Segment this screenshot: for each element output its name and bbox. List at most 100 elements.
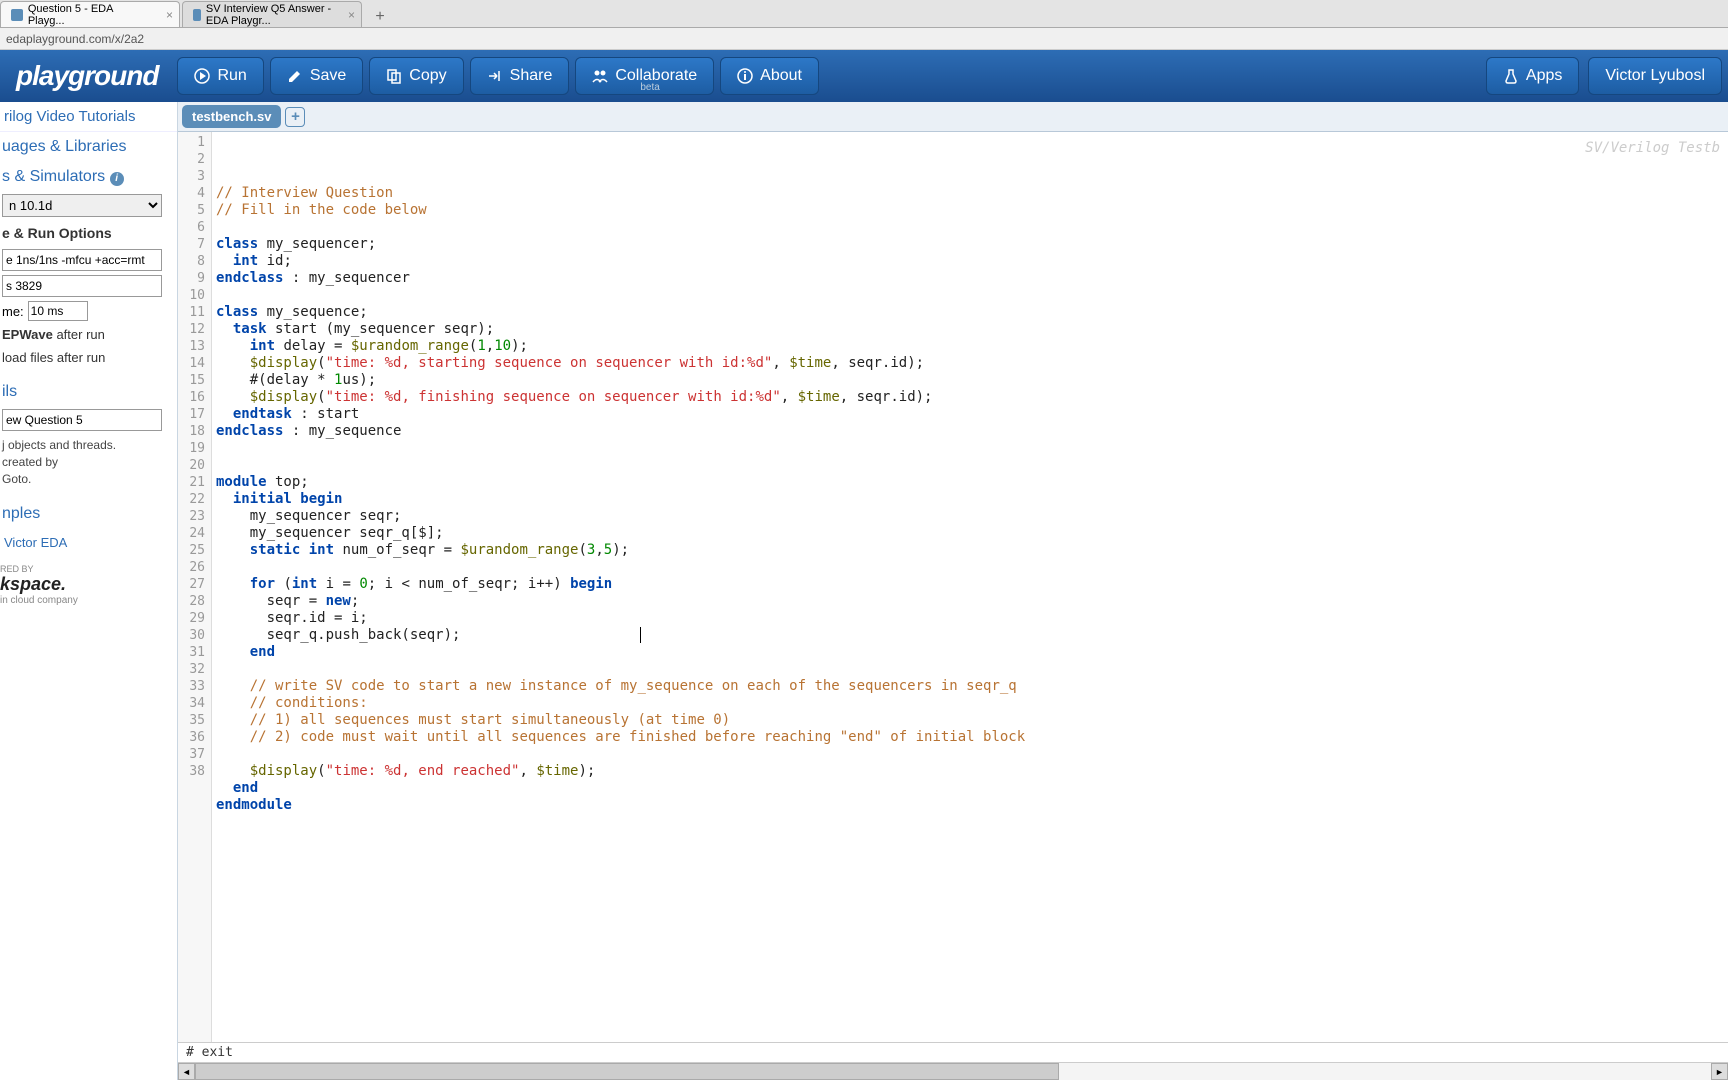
sidebar-tutorials-link[interactable]: rilog Video Tutorials — [0, 102, 177, 132]
browser-tab-1[interactable]: Question 5 - EDA Playg... × — [0, 1, 180, 27]
close-icon[interactable]: × — [166, 8, 173, 22]
info-icon[interactable]: i — [110, 172, 124, 186]
add-file-button[interactable]: + — [285, 107, 305, 127]
code-line[interactable] — [216, 559, 1728, 576]
code-line[interactable]: initial begin — [216, 491, 1728, 508]
copy-button[interactable]: Copy — [369, 57, 463, 95]
code-editor[interactable]: 1234567891011121314151617181920212223242… — [178, 132, 1728, 1042]
favicon-icon — [193, 9, 201, 21]
code-line[interactable] — [216, 661, 1728, 678]
code-line[interactable]: // conditions: — [216, 695, 1728, 712]
code-line[interactable] — [216, 746, 1728, 763]
code-line[interactable]: class my_sequence; — [216, 304, 1728, 321]
horizontal-scrollbar[interactable]: ◄ ► — [178, 1062, 1728, 1080]
browser-tab-strip: Question 5 - EDA Playg... × SV Interview… — [0, 0, 1728, 28]
sponsor-logo[interactable]: RED BY kspace. in cloud company — [0, 564, 177, 606]
line-gutter: 1234567891011121314151617181920212223242… — [178, 132, 212, 1042]
code-line[interactable] — [216, 814, 1728, 831]
code-line[interactable]: seqr.id = i; — [216, 610, 1728, 627]
scroll-track[interactable] — [195, 1063, 1711, 1080]
apps-button[interactable]: Apps — [1486, 57, 1579, 95]
code-line[interactable]: endmodule — [216, 797, 1728, 814]
code-line[interactable]: endtask : start — [216, 406, 1728, 423]
logo[interactable]: playground — [0, 60, 174, 92]
sidebar-options-header: e & Run Options — [0, 219, 177, 247]
code-line[interactable]: seqr_q.push_back(seqr); — [216, 627, 1728, 644]
close-icon[interactable]: × — [348, 8, 355, 22]
beta-badge: beta — [640, 82, 659, 93]
favicon-icon — [11, 9, 23, 21]
code-line[interactable]: seqr = new; — [216, 593, 1728, 610]
url-bar[interactable]: edaplayground.com/x/2a2 — [0, 28, 1728, 50]
share-button[interactable]: Share — [470, 57, 570, 95]
flask-icon — [1503, 68, 1519, 84]
code-line[interactable] — [216, 287, 1728, 304]
run-button[interactable]: Run — [177, 57, 263, 95]
code-line[interactable]: int delay = $urandom_range(1,10); — [216, 338, 1728, 355]
code-line[interactable] — [216, 440, 1728, 457]
code-line[interactable]: endclass : my_sequence — [216, 423, 1728, 440]
browser-tab-2[interactable]: SV Interview Q5 Answer - EDA Playgr... × — [182, 1, 362, 27]
epwave-checkbox-row[interactable]: EPWave after run — [0, 323, 177, 346]
upload-checkbox-row[interactable]: load files after run — [0, 346, 177, 369]
code-line[interactable]: endclass : my_sequencer — [216, 270, 1728, 287]
code-line[interactable]: my_sequencer seqr_q[$]; — [216, 525, 1728, 542]
code-line[interactable]: $display("time: %d, end reached", $time)… — [216, 763, 1728, 780]
code-line[interactable]: #(delay * 1us); — [216, 372, 1728, 389]
sidebar-languages-header[interactable]: uages & Libraries — [0, 132, 177, 162]
code-line[interactable]: // write SV code to start a new instance… — [216, 678, 1728, 695]
collaborate-button[interactable]: Collaborate beta — [575, 57, 714, 95]
new-tab-button[interactable]: + — [368, 7, 392, 27]
editor-area: testbench.sv + 1234567891011121314151617… — [178, 102, 1728, 1080]
code-line[interactable]: task start (my_sequencer seqr); — [216, 321, 1728, 338]
runtime-input[interactable] — [28, 301, 88, 321]
code-line[interactable]: class my_sequencer; — [216, 236, 1728, 253]
simulator-select[interactable]: n 10.1d — [2, 194, 162, 217]
user-menu[interactable]: Victor Lyubosl — [1588, 57, 1722, 95]
code-line[interactable]: end — [216, 780, 1728, 797]
about-button[interactable]: About — [720, 57, 819, 95]
copy-icon — [386, 68, 402, 84]
code-line[interactable]: end — [216, 644, 1728, 661]
scroll-right-icon[interactable]: ► — [1711, 1063, 1728, 1080]
pencil-icon — [287, 68, 303, 84]
sidebar-simulators-header[interactable]: s & Simulators i — [0, 162, 177, 192]
scroll-left-icon[interactable]: ◄ — [178, 1063, 195, 1080]
code-line[interactable]: // 2) code must wait until all sequences… — [216, 729, 1728, 746]
play-icon — [194, 68, 210, 84]
people-icon — [592, 68, 608, 84]
save-button[interactable]: Save — [270, 57, 363, 95]
code-line[interactable]: my_sequencer seqr; — [216, 508, 1728, 525]
code-line[interactable]: // 1) all sequences must start simultane… — [216, 712, 1728, 729]
seed-input[interactable] — [2, 275, 162, 297]
author-link[interactable]: Victor EDA — [0, 529, 177, 556]
code-body[interactable]: SV/Verilog Testb // Interview Question//… — [212, 132, 1728, 1042]
code-line[interactable] — [216, 457, 1728, 474]
browser-tab-label: Question 5 - EDA Playg... — [28, 3, 151, 27]
code-line[interactable]: for (int i = 0; i < num_of_seqr; i++) be… — [216, 576, 1728, 593]
scroll-thumb[interactable] — [195, 1063, 1059, 1080]
url-text: edaplayground.com/x/2a2 — [6, 32, 144, 46]
code-line[interactable]: $display("time: %d, finishing sequence o… — [216, 389, 1728, 406]
code-line[interactable]: module top; — [216, 474, 1728, 491]
file-tab-bar: testbench.sv + — [178, 102, 1728, 132]
info-icon — [737, 68, 753, 84]
description-text: j objects and threads. created by Goto. — [0, 433, 177, 491]
sidebar-examples-header[interactable]: nples — [0, 499, 177, 529]
code-line[interactable] — [216, 219, 1728, 236]
sidebar: rilog Video Tutorials uages & Libraries … — [0, 102, 178, 1080]
browser-tab-label: SV Interview Q5 Answer - EDA Playgr... — [206, 3, 333, 27]
compile-options-input[interactable] — [2, 249, 162, 271]
code-line[interactable]: int id; — [216, 253, 1728, 270]
code-line[interactable]: // Interview Question — [216, 185, 1728, 202]
code-line[interactable]: static int num_of_seqr = $urandom_range(… — [216, 542, 1728, 559]
main-toolbar: playground Run Save Copy Share Collabora… — [0, 50, 1728, 102]
file-tab-testbench[interactable]: testbench.sv — [182, 105, 281, 128]
code-line[interactable]: // Fill in the code below — [216, 202, 1728, 219]
console-output: # exit — [178, 1042, 1728, 1062]
runtime-label: me: — [2, 304, 24, 319]
name-input[interactable] — [2, 409, 162, 431]
sidebar-details-header[interactable]: ils — [0, 377, 177, 407]
editor-watermark: SV/Verilog Testb — [1585, 140, 1720, 157]
code-line[interactable]: $display("time: %d, starting sequence on… — [216, 355, 1728, 372]
